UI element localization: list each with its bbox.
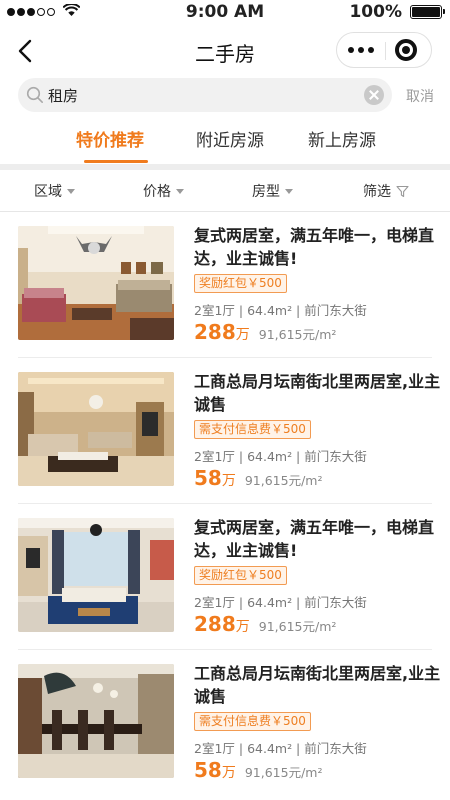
tab-new-listings[interactable]: 新上房源 bbox=[308, 126, 376, 151]
clear-search-icon[interactable] bbox=[364, 85, 384, 105]
tab-special-offers[interactable]: 特价推荐 bbox=[76, 126, 144, 151]
listing-title: 复式两居室，满五年唯一，电梯直达，业主诚售! bbox=[194, 518, 435, 560]
search-icon bbox=[26, 86, 43, 103]
price-unit: 万 bbox=[221, 765, 236, 781]
price-row: 288万 91,615元/m² bbox=[194, 320, 336, 344]
listing-price: 58 bbox=[194, 758, 222, 782]
listing-price: 288 bbox=[194, 320, 236, 344]
price-unit: 万 bbox=[221, 473, 236, 489]
price-row: 288万 91,615元/m² bbox=[194, 612, 336, 636]
filter-bar: 区域 价格 房型 筛选 bbox=[0, 170, 450, 212]
listing-meta: 2室1厅 | 64.4m² | 前门东大街 bbox=[194, 741, 367, 756]
filter-label: 区域 bbox=[34, 184, 62, 200]
listing-meta: 2室1厅 | 64.4m² | 前门东大街 bbox=[194, 449, 367, 464]
filter-label: 房型 bbox=[252, 184, 280, 200]
reward-badge: 奖励红包￥500 bbox=[194, 274, 287, 293]
funnel-icon bbox=[396, 185, 409, 197]
listing-photo bbox=[18, 226, 174, 340]
listing-photo bbox=[18, 518, 174, 632]
battery-icon bbox=[410, 5, 445, 19]
price-row: 58万 91,615元/m² bbox=[194, 758, 322, 782]
price-per-sqm: 91,615元/m² bbox=[244, 765, 323, 780]
fee-badge: 需支付信息费￥500 bbox=[194, 420, 311, 439]
listing-list: 复式两居室，满五年唯一，电梯直达，业主诚售! 奖励红包￥500 2室1厅 | 6… bbox=[0, 212, 450, 796]
active-tab-indicator bbox=[84, 160, 148, 163]
caret-down-icon bbox=[67, 188, 75, 194]
nav-bar: 二手房 bbox=[0, 28, 450, 74]
search-box bbox=[18, 78, 392, 112]
listing-price: 58 bbox=[194, 466, 222, 490]
price-unit: 万 bbox=[235, 327, 250, 343]
more-options-button[interactable] bbox=[337, 33, 385, 67]
capsule-divider bbox=[385, 42, 386, 60]
filter-label: 价格 bbox=[143, 184, 171, 200]
listing-item[interactable]: 工商总局月坛南街北里两居室,业主诚售 需支付信息费￥500 2室1厅 | 64.… bbox=[0, 650, 450, 796]
listing-item[interactable]: 复式两居室，满五年唯一，电梯直达，业主诚售! 奖励红包￥500 2室1厅 | 6… bbox=[0, 212, 450, 358]
price-unit: 万 bbox=[235, 619, 250, 635]
caret-down-icon bbox=[176, 188, 184, 194]
listing-meta: 2室1厅 | 64.4m² | 前门东大街 bbox=[194, 303, 367, 318]
mini-program-capsule bbox=[336, 32, 432, 68]
price-row: 58万 91,615元/m² bbox=[194, 466, 322, 490]
listing-item[interactable]: 复式两居室，满五年唯一，电梯直达，业主诚售! 奖励红包￥500 2室1厅 | 6… bbox=[0, 504, 450, 650]
filter-label: 筛选 bbox=[363, 184, 391, 200]
filter-more[interactable]: 筛选 bbox=[363, 181, 409, 201]
listing-photo bbox=[18, 372, 174, 486]
reward-badge: 奖励红包￥500 bbox=[194, 566, 287, 585]
listing-title: 工商总局月坛南街北里两居室,业主诚售 bbox=[194, 664, 441, 706]
cancel-button[interactable]: 取消 bbox=[406, 86, 434, 106]
price-per-sqm: 91,615元/m² bbox=[258, 619, 337, 634]
listing-title: 工商总局月坛南街北里两居室,业主诚售 bbox=[194, 372, 441, 414]
filter-district[interactable]: 区域 bbox=[34, 181, 75, 201]
listing-item[interactable]: 工商总局月坛南街北里两居室,业主诚售 需支付信息费￥500 2室1厅 | 64.… bbox=[0, 358, 450, 504]
fee-badge: 需支付信息费￥500 bbox=[194, 712, 311, 731]
listing-meta: 2室1厅 | 64.4m² | 前门东大街 bbox=[194, 595, 367, 610]
close-mini-program-icon[interactable] bbox=[395, 39, 417, 61]
price-per-sqm: 91,615元/m² bbox=[244, 473, 323, 488]
back-arrow-icon[interactable] bbox=[14, 34, 38, 68]
filter-layout[interactable]: 房型 bbox=[252, 181, 293, 201]
price-per-sqm: 91,615元/m² bbox=[258, 327, 337, 342]
search-input[interactable] bbox=[48, 84, 348, 106]
listing-price: 288 bbox=[194, 612, 236, 636]
filter-price[interactable]: 价格 bbox=[143, 181, 184, 201]
tab-bar: 特价推荐 附近房源 新上房源 bbox=[0, 120, 450, 163]
tab-nearby-listings[interactable]: 附近房源 bbox=[196, 126, 264, 151]
listing-title: 复式两居室，满五年唯一，电梯直达，业主诚售! bbox=[194, 226, 435, 268]
caret-down-icon bbox=[285, 188, 293, 194]
search-row: 取消 bbox=[0, 78, 450, 114]
battery-percent: 100% bbox=[349, 2, 402, 22]
listing-photo bbox=[18, 664, 174, 778]
status-bar: 9:00 AM 100% bbox=[0, 0, 450, 24]
